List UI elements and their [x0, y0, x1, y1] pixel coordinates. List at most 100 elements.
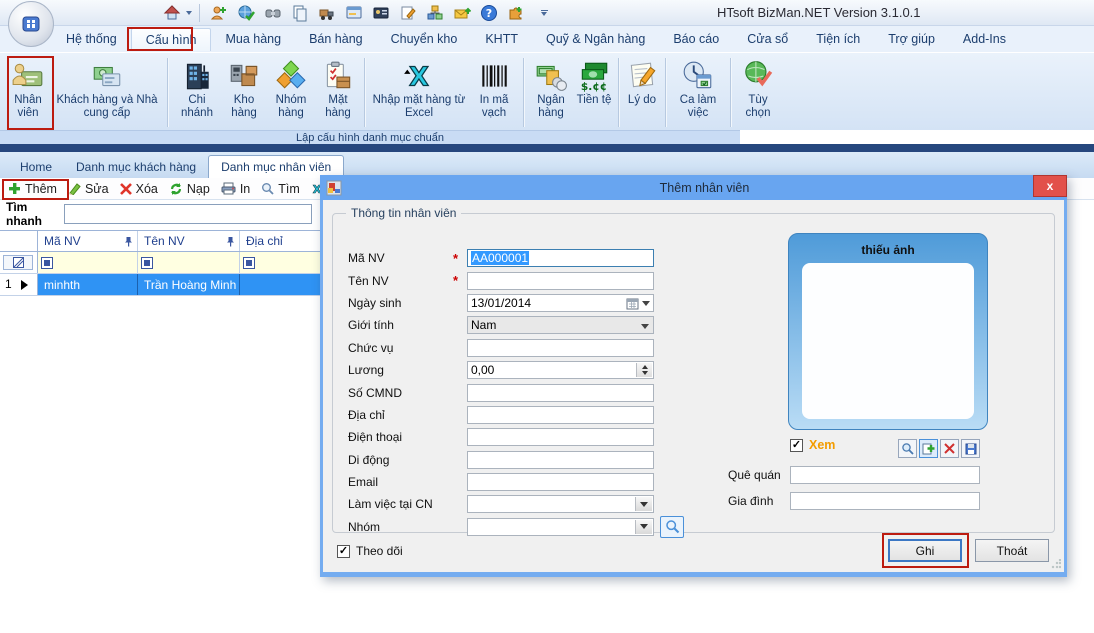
ribbon-button-nhap-excel[interactable]: X Nhập mặt hàng từ Excel: [369, 55, 469, 130]
find-button[interactable]: Tìm: [257, 180, 307, 198]
doc-tab-danh-muc-khach-hang[interactable]: Danh mục khách hàng: [64, 156, 208, 178]
photo-zoom-button[interactable]: [898, 439, 917, 458]
filter-box-icon[interactable]: [41, 257, 53, 269]
menu-tab-quy-ngan-hang[interactable]: Quỹ & Ngân hàng: [532, 28, 659, 50]
toolbar-overflow-button[interactable]: [539, 10, 549, 16]
photo-area[interactable]: [802, 263, 974, 419]
menu-tab-chuyen-kho[interactable]: Chuyển kho: [377, 28, 472, 50]
card-window-icon[interactable]: [342, 2, 366, 24]
ribbon-button-ngan-hang[interactable]: Ngân hàng: [528, 55, 574, 130]
menu-tab-add-ins[interactable]: Add-Ins: [949, 28, 1020, 50]
chevron-down-icon[interactable]: [642, 301, 650, 306]
exit-button[interactable]: Thoát: [975, 539, 1049, 562]
pin-icon[interactable]: [124, 236, 133, 247]
spinner-buttons[interactable]: [636, 363, 652, 377]
dia-chi-input[interactable]: [467, 406, 654, 424]
di-dong-input[interactable]: [467, 451, 654, 469]
follow-checkbox[interactable]: ✓: [337, 545, 350, 558]
ribbon-button-ca-lam-viec[interactable]: Ca làm việc: [670, 55, 726, 130]
gioi-tinh-combobox[interactable]: Nam: [467, 316, 654, 334]
combo-dropdown-button[interactable]: [635, 520, 652, 534]
filter-cell-ten-nv[interactable]: [138, 252, 240, 273]
ribbon-button-khach-hang-ncc[interactable]: Khách hàng và Nhà cung cấp: [51, 55, 163, 130]
ribbon-button-tuy-chon[interactable]: Tùy chọn: [735, 55, 781, 130]
nhom-search-button[interactable]: [660, 516, 684, 538]
ribbon-button-chi-nhanh[interactable]: Chi nhánh: [172, 55, 222, 130]
print-button[interactable]: In: [217, 180, 257, 198]
menu-tab-tien-ich[interactable]: Tiện ích: [802, 28, 874, 50]
email-input[interactable]: [467, 473, 654, 491]
nhom-combobox[interactable]: [467, 518, 654, 536]
send-mail-icon[interactable]: [450, 2, 474, 24]
clear-filter-button[interactable]: [3, 255, 33, 270]
row-header[interactable]: 1: [0, 274, 38, 295]
menu-tab-ban-hang[interactable]: Bán hàng: [295, 28, 377, 50]
luong-spinner[interactable]: 0,00: [467, 361, 654, 379]
menu-tab-cau-hinh[interactable]: Cấu hình: [131, 28, 212, 51]
forklift-icon[interactable]: [315, 2, 339, 24]
add-user-icon[interactable]: [207, 2, 231, 24]
save-button[interactable]: Ghi: [888, 539, 962, 562]
so-cmnd-input[interactable]: [467, 384, 654, 402]
photo-add-button[interactable]: [919, 439, 938, 458]
ribbon-button-nhom-hang[interactable]: Nhóm hàng: [266, 55, 316, 130]
photo-delete-button[interactable]: [940, 439, 959, 458]
edit-page-icon[interactable]: [396, 2, 420, 24]
help-icon[interactable]: ?: [477, 2, 501, 24]
family-input[interactable]: [790, 492, 980, 510]
dialog-close-button[interactable]: x: [1033, 175, 1067, 197]
copy-pages-icon[interactable]: [288, 2, 312, 24]
menu-tab-mua-hang[interactable]: Mua hàng: [211, 28, 295, 50]
ribbon-button-mat-hang[interactable]: Mặt hàng: [316, 55, 360, 130]
dien-thoai-input[interactable]: [467, 428, 654, 446]
calendar-icon[interactable]: [626, 297, 639, 310]
cell-ten-nv[interactable]: Trần Hoàng Minh: [138, 274, 240, 295]
view-checkbox[interactable]: ✓: [790, 439, 803, 452]
pin-icon[interactable]: [226, 236, 235, 247]
home-icon[interactable]: [160, 2, 184, 24]
filter-box-icon[interactable]: [243, 257, 255, 269]
chuc-vu-input[interactable]: [467, 339, 654, 357]
globe-check-icon[interactable]: [234, 2, 258, 24]
contact-card-icon[interactable]: [369, 2, 393, 24]
ribbon-button-nhan-vien[interactable]: Nhân viên: [5, 55, 51, 130]
menu-tab-tro-giup[interactable]: Trợ giúp: [874, 28, 949, 50]
column-header-ma-nv[interactable]: Mã NV: [38, 231, 138, 251]
delete-button[interactable]: Xóa: [116, 180, 165, 198]
grid-row-selected[interactable]: 1 minhth Trần Hoàng Minh: [0, 274, 321, 296]
add-button[interactable]: Thêm: [4, 180, 64, 198]
menu-tab-he-thong[interactable]: Hệ thống: [52, 28, 131, 50]
menu-tab-khtt[interactable]: KHTT: [471, 28, 532, 50]
addins-puzzle-icon[interactable]: [504, 2, 528, 24]
ngay-sinh-datepicker[interactable]: 13/01/2014: [467, 294, 654, 312]
quick-search-input[interactable]: [64, 204, 312, 224]
ribbon-button-in-ma-vach[interactable]: In mã vạch: [469, 55, 519, 130]
column-header-ten-nv[interactable]: Tên NV: [138, 231, 240, 251]
filter-box-icon[interactable]: [141, 257, 153, 269]
lam-viec-tai-cn-combobox[interactable]: [467, 495, 654, 513]
filter-cell-dia-chi[interactable]: [240, 252, 321, 273]
org-chart-icon[interactable]: [423, 2, 447, 24]
grid-corner-cell[interactable]: [0, 231, 38, 251]
combo-dropdown-button[interactable]: [635, 497, 652, 511]
menu-tab-bao-cao[interactable]: Báo cáo: [659, 28, 733, 50]
reload-button[interactable]: Nạp: [165, 180, 217, 198]
ten-nv-input[interactable]: [467, 272, 654, 290]
home-dropdown-icon[interactable]: [186, 11, 192, 15]
ribbon-button-ly-do[interactable]: Lý do: [623, 55, 661, 130]
column-header-dia-chi[interactable]: Địa chỉ: [240, 231, 321, 251]
dialog-title-bar[interactable]: Thêm nhân viên x: [320, 175, 1067, 200]
doc-tab-home[interactable]: Home: [8, 156, 64, 178]
ribbon-button-kho-hang[interactable]: Kho hàng: [222, 55, 266, 130]
app-menu-button[interactable]: [8, 1, 54, 47]
filter-cell-ma-nv[interactable]: [38, 252, 138, 273]
binoculars-icon[interactable]: [261, 2, 285, 24]
edit-button[interactable]: Sửa: [64, 180, 116, 198]
hometown-input[interactable]: [790, 466, 980, 484]
menu-tab-cua-so[interactable]: Cửa sổ: [733, 28, 802, 50]
ma-nv-input[interactable]: AA000001: [467, 249, 654, 267]
ribbon-button-tien-te[interactable]: $.¢¢ Tiền tệ: [574, 55, 614, 130]
cell-ma-nv[interactable]: minhth: [38, 274, 138, 295]
cell-dia-chi[interactable]: [240, 274, 321, 295]
photo-save-button[interactable]: [961, 439, 980, 458]
